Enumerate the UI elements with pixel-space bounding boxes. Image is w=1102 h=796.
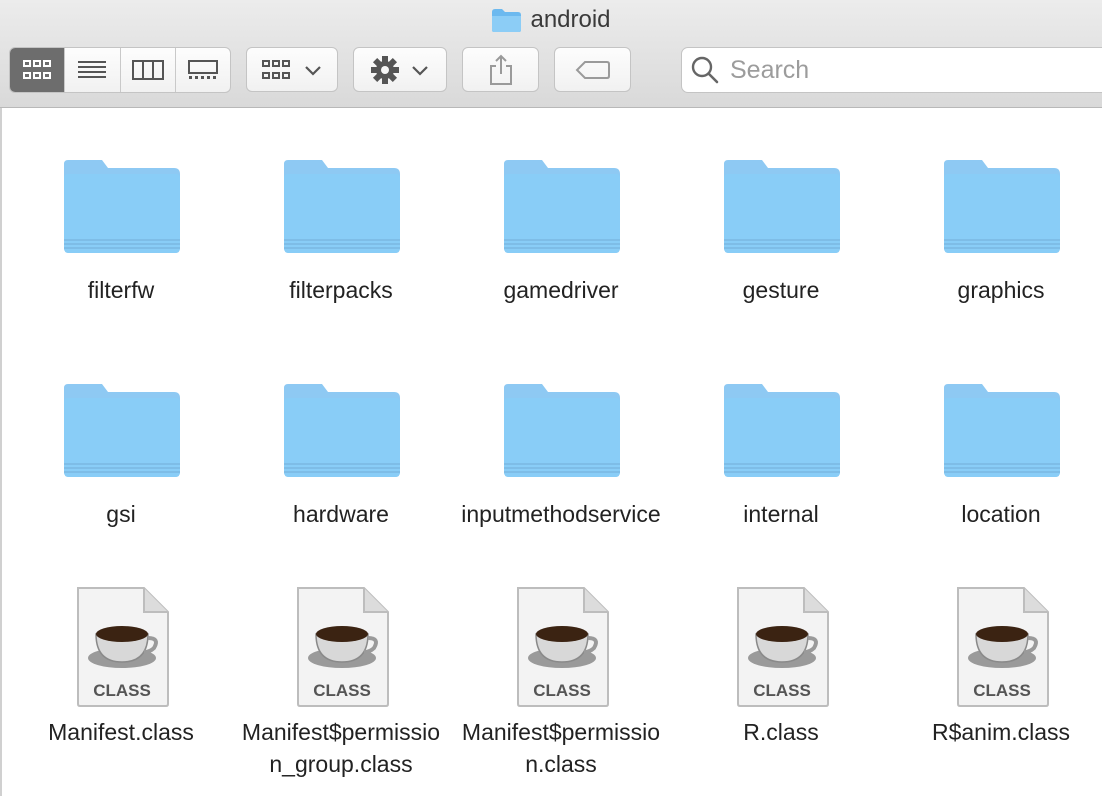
class-file-item[interactable]: CLASS R.class bbox=[671, 586, 891, 748]
folder-icon bbox=[64, 160, 180, 253]
item-label: graphics bbox=[957, 277, 1045, 303]
item-label: gamedriver bbox=[503, 277, 619, 303]
search-icon bbox=[691, 56, 719, 84]
svg-text:CLASS: CLASS bbox=[753, 681, 811, 700]
folder-icon bbox=[504, 384, 620, 477]
item-label: gsi bbox=[106, 501, 136, 527]
item-label: R.class bbox=[743, 719, 819, 745]
folder-icon bbox=[284, 384, 400, 477]
folder-item[interactable]: filterpacks bbox=[231, 144, 451, 306]
file-grid: filterfw filterpacks gamedriver gesture … bbox=[0, 108, 1102, 796]
folder-item[interactable]: gamedriver bbox=[451, 144, 671, 306]
class-file-item[interactable]: CLASS Manifest$permission_group.class bbox=[231, 586, 451, 780]
folder-icon bbox=[944, 160, 1060, 253]
folder-item[interactable]: hardware bbox=[231, 368, 451, 530]
java-class-file-icon: CLASS bbox=[957, 587, 1049, 707]
class-file-item[interactable]: CLASS Manifest$permission.class bbox=[451, 586, 671, 780]
folder-item[interactable]: gesture bbox=[671, 144, 891, 306]
item-label: R$anim.class bbox=[931, 719, 1071, 745]
item-label: Manifest.class bbox=[48, 719, 194, 745]
item-label: Manifest$permission.class bbox=[461, 719, 661, 777]
columns-icon bbox=[131, 60, 164, 80]
svg-text:CLASS: CLASS bbox=[973, 681, 1031, 700]
folder-item[interactable]: filterfw bbox=[11, 144, 231, 306]
java-class-file-icon: CLASS bbox=[297, 587, 389, 707]
gear-icon bbox=[371, 55, 399, 84]
icon-view-button[interactable] bbox=[10, 48, 66, 92]
share-icon bbox=[489, 54, 512, 85]
list-icon bbox=[78, 61, 107, 78]
folder-item[interactable]: internal bbox=[671, 368, 891, 530]
search-input[interactable] bbox=[728, 54, 1072, 86]
gallery-icon bbox=[187, 60, 218, 79]
item-label: filterpacks bbox=[289, 277, 393, 303]
folder-icon bbox=[724, 384, 840, 477]
finder-window: android Search filterfw filterpacks game… bbox=[0, 0, 1102, 796]
svg-text:CLASS: CLASS bbox=[313, 681, 371, 700]
toolbar: android bbox=[0, 0, 1102, 108]
tags-button[interactable] bbox=[554, 47, 631, 92]
item-label: Manifest$permission_group.class bbox=[241, 719, 441, 777]
tag-icon bbox=[575, 60, 610, 79]
view-mode-control bbox=[9, 47, 231, 93]
group-grid-icon bbox=[262, 59, 290, 79]
folder-item[interactable]: gsi bbox=[11, 368, 231, 530]
action-button[interactable] bbox=[353, 47, 447, 92]
java-class-file-icon: CLASS bbox=[737, 587, 829, 707]
group-by-button[interactable] bbox=[246, 47, 338, 92]
folder-item[interactable]: inputmethodservice bbox=[451, 368, 671, 530]
item-label: internal bbox=[743, 501, 819, 527]
folder-icon bbox=[491, 8, 522, 33]
folder-icon bbox=[944, 384, 1060, 477]
svg-text:CLASS: CLASS bbox=[93, 681, 151, 700]
window-title: android bbox=[0, 4, 1102, 36]
java-class-file-icon: CLASS bbox=[77, 587, 169, 707]
item-label: location bbox=[961, 501, 1041, 527]
java-class-file-icon: CLASS bbox=[517, 587, 609, 707]
item-label: gesture bbox=[742, 277, 820, 303]
item-label: filterfw bbox=[87, 277, 155, 303]
folder-icon bbox=[724, 160, 840, 253]
column-view-button[interactable] bbox=[121, 48, 176, 92]
folder-icon bbox=[284, 160, 400, 253]
window-title-text: android bbox=[530, 6, 611, 33]
share-button[interactable] bbox=[462, 47, 539, 92]
item-label: inputmethodservice bbox=[461, 501, 661, 527]
icon-grid-icon bbox=[23, 60, 52, 79]
gallery-view-button[interactable] bbox=[176, 48, 230, 92]
class-file-item[interactable]: CLASS Manifest.class bbox=[11, 586, 231, 748]
folder-icon bbox=[64, 384, 180, 477]
chevron-down-icon bbox=[412, 65, 428, 76]
list-view-button[interactable] bbox=[65, 48, 121, 92]
item-label: hardware bbox=[293, 501, 389, 527]
folder-item[interactable]: graphics bbox=[891, 144, 1102, 306]
svg-text:CLASS: CLASS bbox=[533, 681, 591, 700]
folder-item[interactable]: location bbox=[891, 368, 1102, 530]
class-file-item[interactable]: CLASS R$anim.class bbox=[891, 586, 1102, 748]
search-field[interactable] bbox=[681, 47, 1102, 93]
folder-icon bbox=[504, 160, 620, 253]
chevron-down-icon bbox=[305, 65, 321, 76]
